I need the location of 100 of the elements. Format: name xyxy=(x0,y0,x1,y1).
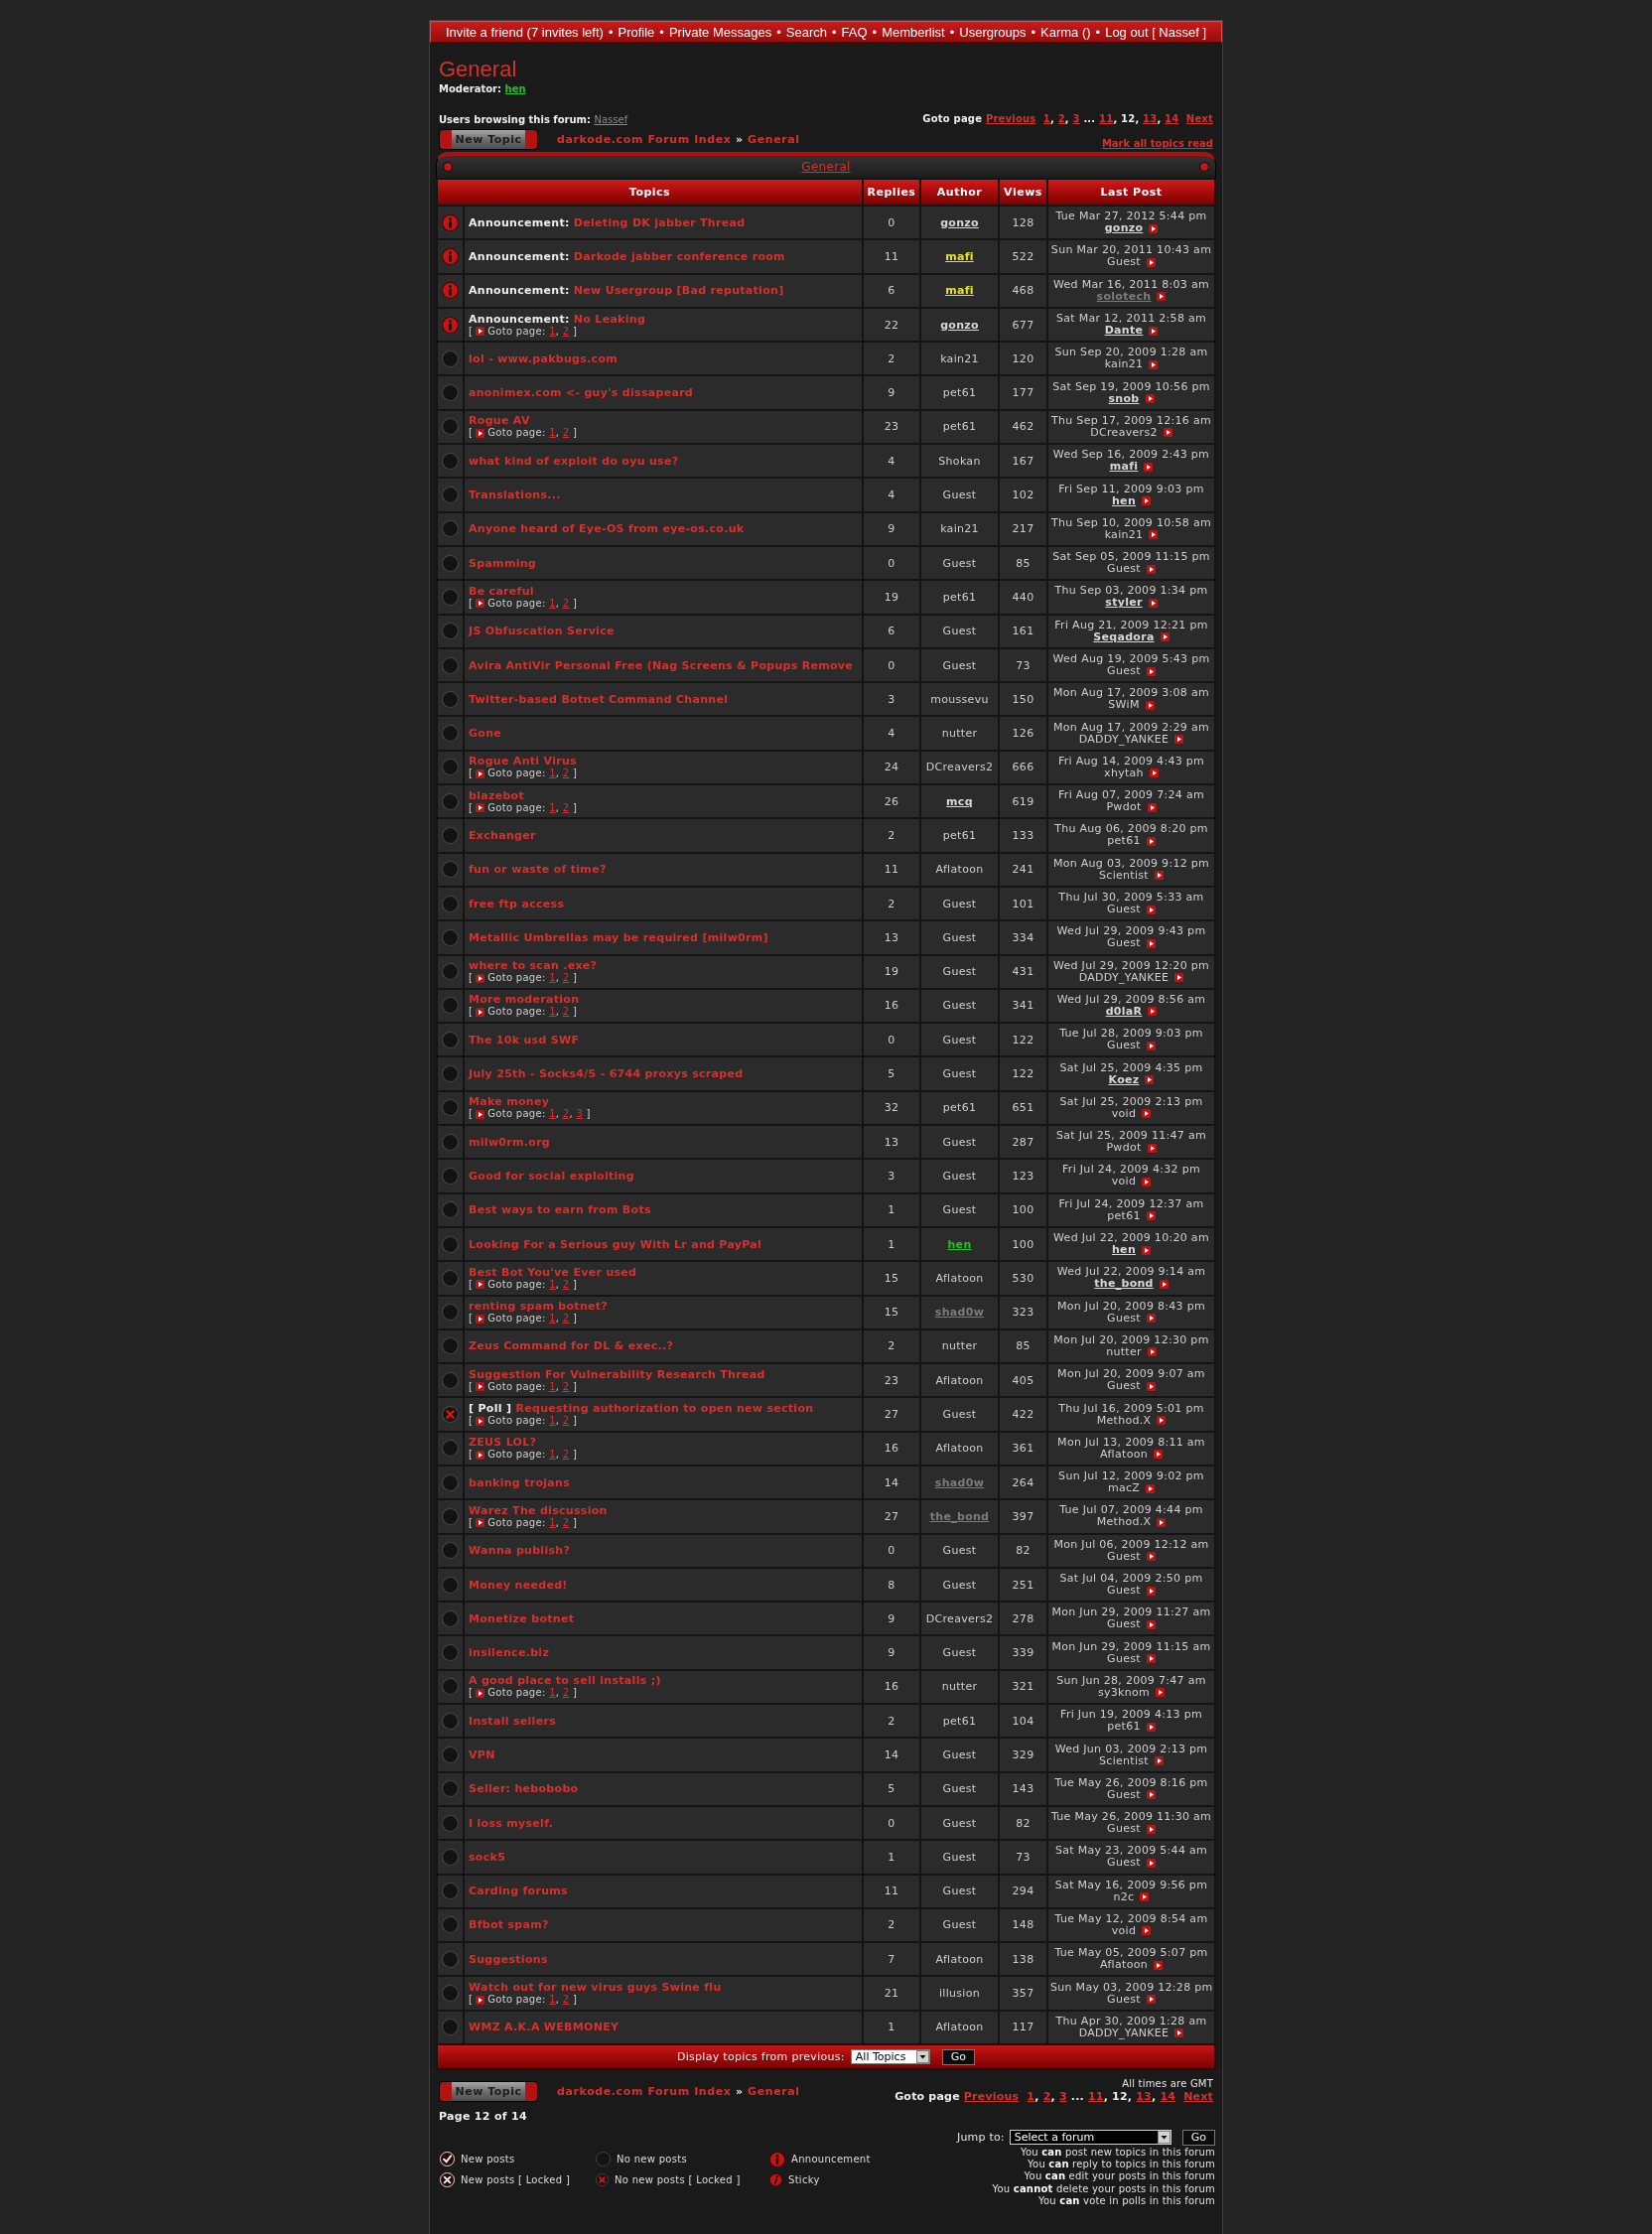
topic-link[interactable]: Deleting DK jabber Thread xyxy=(573,215,746,229)
page-link[interactable]: 13 xyxy=(1136,2090,1152,2104)
page-link[interactable]: 2 xyxy=(1042,2090,1051,2104)
nav-link[interactable]: Profile xyxy=(618,24,655,40)
last-post-author-link[interactable]: the_bond xyxy=(1094,1278,1154,1291)
topic-link[interactable]: New Usergroup [Bad reputation] xyxy=(573,284,784,298)
topic-link[interactable]: Metallic Umbrellas may be required [milw0rm] xyxy=(469,930,768,944)
new-topic-button[interactable]: New Topic xyxy=(439,2081,538,2103)
page-link[interactable]: 3 xyxy=(1072,113,1080,124)
author-link[interactable]: shad0w xyxy=(934,1306,985,1320)
page-link[interactable]: 2 xyxy=(562,1994,570,2006)
last-post-author-link[interactable]: solotech xyxy=(1096,290,1152,303)
topic-link[interactable]: Watch out for new virus guys Swine flu xyxy=(469,1981,722,1995)
page-link[interactable]: 2 xyxy=(1057,113,1065,124)
nav-link[interactable]: Karma () xyxy=(1040,24,1091,40)
last-post-author-link[interactable]: styler xyxy=(1105,597,1143,610)
topic-link[interactable]: insilence.biz xyxy=(469,1646,550,1660)
page-link[interactable]: 1 xyxy=(549,325,556,337)
page-link[interactable]: 1 xyxy=(1027,2090,1035,2104)
topic-link[interactable]: renting spam botnet? xyxy=(469,1300,609,1314)
author-link[interactable]: mafi xyxy=(945,284,974,298)
topic-link[interactable]: Money needed! xyxy=(469,1578,568,1592)
page-link[interactable]: 1 xyxy=(549,597,556,609)
topic-link[interactable]: Warez The discussion xyxy=(469,1503,608,1517)
moderator-link[interactable]: hen xyxy=(504,83,526,94)
topic-link[interactable]: Anyone heard of Eye-OS from eye-os.co.uk xyxy=(469,522,745,536)
topic-link[interactable]: Be careful xyxy=(469,584,534,598)
topic-link[interactable]: Seller: hebobobo xyxy=(469,1782,579,1796)
page-link[interactable]: 2 xyxy=(562,1687,570,1699)
nav-link[interactable]: Memberlist xyxy=(882,24,945,40)
topic-link[interactable]: Looking For a Serious guy With Lr and PayPal xyxy=(469,1237,762,1251)
page-link[interactable]: 14 xyxy=(1165,113,1179,124)
topic-link[interactable]: More moderation xyxy=(469,993,580,1007)
page-link[interactable]: 3 xyxy=(1058,2090,1067,2104)
author-link[interactable]: hen xyxy=(947,1237,972,1251)
author-link[interactable]: the_bond xyxy=(929,1509,990,1523)
page-link[interactable]: 2 xyxy=(562,972,570,984)
topic-link[interactable]: sock5 xyxy=(469,1850,506,1864)
page-link[interactable]: 1 xyxy=(549,768,556,779)
last-post-author-link[interactable]: snob xyxy=(1108,392,1140,405)
page-link[interactable]: 1 xyxy=(549,1449,556,1461)
topic-link[interactable]: lol - www.pakbugs.com xyxy=(469,351,619,365)
topic-link[interactable]: Monetize botnet xyxy=(469,1611,575,1625)
topic-link[interactable]: where to scan .exe? xyxy=(469,959,598,973)
topic-link[interactable]: Rogue AV xyxy=(469,414,530,428)
topic-link[interactable]: Requesting authorization to open new section xyxy=(515,1402,814,1416)
nav-link[interactable]: Invite a friend (7 invites left) xyxy=(445,24,604,40)
topic-link[interactable]: Suggestion For Vulnerability Research Thread xyxy=(469,1367,765,1381)
page-link[interactable]: 1 xyxy=(549,1415,556,1427)
last-post-author-link[interactable]: d0laR xyxy=(1105,1005,1143,1018)
author-link[interactable]: mafi xyxy=(945,249,974,263)
topic-link[interactable]: Suggestions xyxy=(469,1952,548,1966)
page-link[interactable]: 2 xyxy=(562,427,570,439)
topic-link[interactable]: JS Obfuscation Service xyxy=(469,625,615,638)
topic-link[interactable]: Install sellers xyxy=(469,1714,556,1728)
page-link[interactable]: 2 xyxy=(562,1449,570,1461)
breadcrumb-link[interactable]: darkode.com Forum Index xyxy=(557,2085,732,2099)
page-link[interactable]: 1 xyxy=(549,1006,556,1018)
topic-link[interactable]: Best Bot You've Ever used xyxy=(469,1265,637,1279)
last-post-author-link[interactable]: hen xyxy=(1112,1244,1136,1257)
author-link[interactable]: gonzo xyxy=(940,318,979,332)
page-link[interactable]: 2 xyxy=(562,1380,570,1392)
page-link[interactable]: 1 xyxy=(549,1516,556,1528)
page-link[interactable]: 2 xyxy=(562,1006,570,1018)
page-link[interactable]: 1 xyxy=(549,427,556,439)
next-link[interactable]: Next xyxy=(1183,2090,1213,2104)
forum-select[interactable]: Select a forum xyxy=(1009,2130,1171,2146)
last-post-author-link[interactable]: Dante xyxy=(1104,325,1144,338)
author-link[interactable]: gonzo xyxy=(940,215,979,229)
go-button[interactable]: Go xyxy=(941,2048,976,2065)
page-link[interactable]: 11 xyxy=(1087,2090,1104,2104)
last-post-author-link[interactable]: Koez xyxy=(1108,1073,1140,1086)
author-link[interactable]: shad0w xyxy=(934,1475,985,1489)
page-link[interactable]: 1 xyxy=(549,1994,556,2006)
topic-link[interactable]: No Leaking xyxy=(573,312,646,326)
topic-link[interactable]: Twitter-based Botnet Command Channel xyxy=(469,692,729,706)
topic-link[interactable]: free ftp access xyxy=(469,897,565,910)
nav-link[interactable]: Usergroups xyxy=(959,24,1027,40)
previous-link[interactable]: Previous xyxy=(985,113,1036,124)
topic-link[interactable]: July 25th - Socks4/5 - 6744 proxys scraped xyxy=(469,1067,744,1081)
page-link[interactable]: 1 xyxy=(1042,113,1050,124)
page-link[interactable]: 1 xyxy=(549,1108,556,1120)
page-link[interactable]: 2 xyxy=(562,1415,570,1427)
previous-link[interactable]: Previous xyxy=(963,2090,1020,2104)
topic-link[interactable]: fun or waste of time? xyxy=(469,863,607,877)
nav-link[interactable]: FAQ xyxy=(841,24,868,40)
go-button[interactable]: Go xyxy=(1181,2129,1215,2146)
page-link[interactable]: 2 xyxy=(562,325,570,337)
topic-link[interactable]: Best ways to earn from Bots xyxy=(469,1203,651,1217)
page-link[interactable]: 1 xyxy=(549,1380,556,1392)
nav-link[interactable]: Private Messages xyxy=(668,24,772,40)
topic-link[interactable]: banking trojans xyxy=(469,1475,571,1489)
page-link[interactable]: 1 xyxy=(549,972,556,984)
topic-link[interactable]: Darkode jabber conference room xyxy=(573,249,785,263)
last-post-author-link[interactable]: hen xyxy=(1112,494,1136,507)
last-post-author-link[interactable]: gonzo xyxy=(1104,222,1144,235)
page-link[interactable]: 2 xyxy=(562,768,570,779)
topic-link[interactable]: blazebot xyxy=(469,788,525,802)
nav-link[interactable]: Search xyxy=(785,24,827,40)
page-link[interactable]: 1 xyxy=(549,1278,556,1290)
